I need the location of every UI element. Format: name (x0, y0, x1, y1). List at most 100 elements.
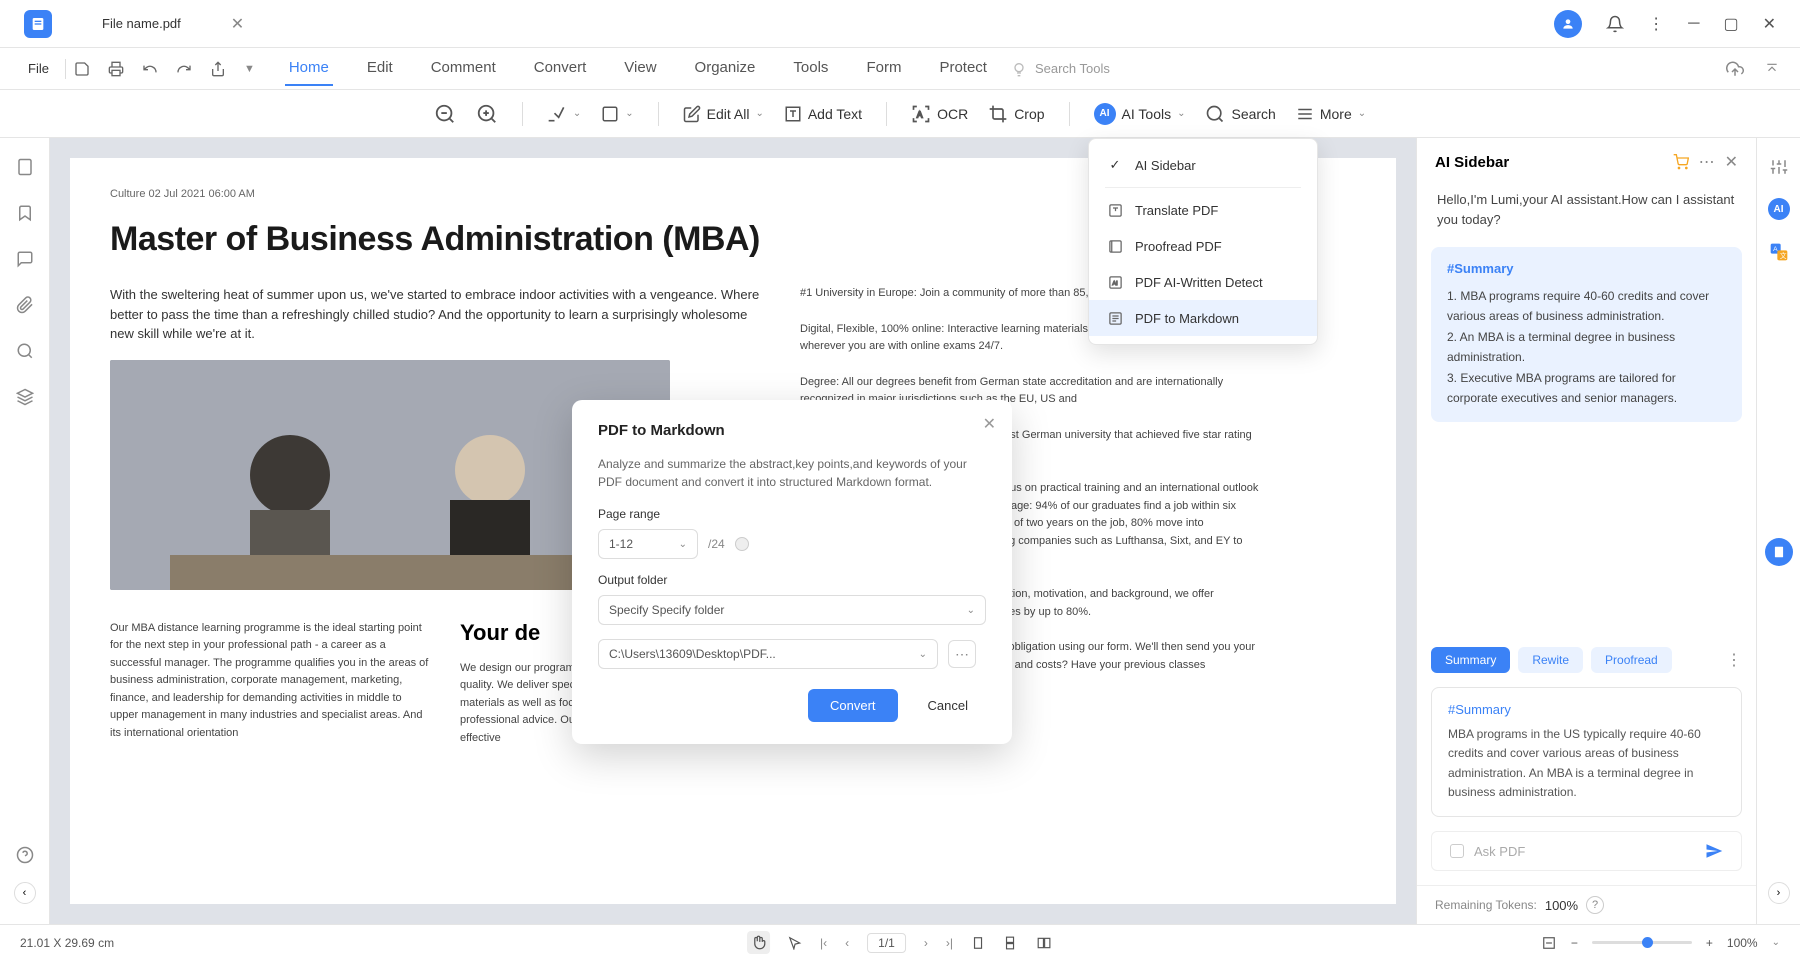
ocr-button[interactable]: AOCR (911, 104, 968, 124)
ai-input-row[interactable]: Ask PDF (1431, 831, 1742, 871)
page-number[interactable]: 1/1 (867, 933, 906, 953)
find-icon[interactable] (16, 342, 34, 360)
translate-icon[interactable]: A文 (1769, 242, 1789, 262)
ai-dd-markdown[interactable]: PDF to Markdown (1089, 300, 1317, 336)
ai-close-icon[interactable]: ✕ (1725, 152, 1738, 172)
zoom-thumb[interactable] (1642, 937, 1653, 948)
chip-more-icon[interactable]: ⋮ (1726, 650, 1742, 670)
browse-button[interactable]: ⋯ (948, 640, 976, 668)
zoom-chevron-icon[interactable]: ⌄ (1772, 937, 1780, 948)
user-avatar[interactable] (1554, 10, 1582, 38)
highlight-button[interactable]: ⌄ (547, 104, 581, 124)
search-tools[interactable]: Search Tools (1011, 61, 1110, 77)
ai-dd-proofread[interactable]: Proofread PDF (1089, 228, 1317, 264)
ai-dd-sidebar[interactable]: ✓ AI Sidebar (1089, 147, 1317, 183)
crop-button[interactable]: Crop (988, 104, 1044, 124)
ai-tools-button[interactable]: AIAI Tools⌄ (1094, 103, 1186, 125)
zoom-in-button[interactable] (476, 103, 498, 125)
doc-rail-icon[interactable] (1765, 538, 1793, 566)
shape-button[interactable]: ⌄ (601, 105, 633, 123)
collapse-left-icon[interactable]: ‹ (14, 882, 36, 904)
tab-edit[interactable]: Edit (363, 51, 397, 86)
page-range-label: Page range (598, 507, 986, 521)
layers-icon[interactable] (16, 388, 34, 406)
tab-convert[interactable]: Convert (530, 51, 591, 86)
first-page-icon[interactable]: |‹ (820, 936, 827, 950)
add-text-button[interactable]: Add Text (784, 105, 862, 123)
doc-intro: With the sweltering heat of summer upon … (110, 285, 770, 344)
cancel-button[interactable]: Cancel (910, 689, 986, 722)
attachment-icon[interactable] (16, 296, 34, 314)
tab-close-icon[interactable]: ✕ (231, 14, 244, 34)
zoom-out-icon[interactable]: − (1571, 936, 1578, 950)
two-page-icon[interactable] (1035, 936, 1053, 950)
more-button[interactable]: More⌄ (1296, 105, 1366, 123)
chip-proofread[interactable]: Proofread (1591, 647, 1672, 673)
select-tool-icon[interactable] (788, 936, 802, 950)
last-page-icon[interactable]: ›| (946, 936, 953, 950)
kebab-icon[interactable]: ⋮ (1648, 14, 1664, 34)
ai-rail-icon[interactable]: AI (1768, 198, 1790, 220)
document-tab[interactable]: File name.pdf ✕ (82, 6, 264, 42)
settings-icon[interactable] (1770, 158, 1788, 176)
convert-button[interactable]: Convert (808, 689, 898, 722)
minimize-icon[interactable]: ─ (1688, 15, 1699, 33)
thumbnails-icon[interactable] (16, 158, 34, 176)
zoom-in-icon[interactable]: + (1706, 936, 1713, 950)
print-icon[interactable] (108, 61, 124, 77)
tokens-help-icon[interactable]: ? (1586, 896, 1604, 914)
hand-tool-icon[interactable] (747, 931, 770, 954)
tab-view[interactable]: View (620, 51, 660, 86)
search-button[interactable]: Search (1205, 104, 1275, 124)
translate-dd-icon (1107, 202, 1123, 218)
send-icon[interactable] (1705, 842, 1723, 860)
tab-comment[interactable]: Comment (427, 51, 500, 86)
undo-icon[interactable] (142, 61, 158, 77)
help-icon[interactable] (16, 846, 34, 864)
ai-more-icon[interactable]: ⋯ (1699, 152, 1715, 172)
markdown-dd-icon (1107, 310, 1123, 326)
maximize-icon[interactable]: ▢ (1723, 14, 1738, 34)
zoom-slider[interactable] (1592, 941, 1692, 944)
comment-icon[interactable] (16, 250, 34, 268)
dropdown-caret-icon[interactable]: ▼ (244, 63, 255, 75)
chip-rewrite[interactable]: Rewite (1518, 647, 1583, 673)
next-page-icon[interactable]: › (924, 936, 928, 950)
page-total: /24 (708, 537, 725, 551)
zoom-out-button[interactable] (434, 103, 456, 125)
tab-home[interactable]: Home (285, 51, 333, 86)
file-menu[interactable]: File (20, 61, 57, 76)
ai-dd-detect[interactable]: AI PDF AI-Written Detect (1089, 264, 1317, 300)
cart-icon[interactable] (1673, 154, 1689, 170)
tab-tools[interactable]: Tools (789, 51, 832, 86)
modal-close-icon[interactable]: ✕ (983, 414, 996, 434)
single-page-icon[interactable] (971, 935, 985, 951)
radio-option[interactable] (735, 537, 749, 551)
cloud-upload-icon[interactable] (1726, 60, 1744, 78)
bookmark-icon[interactable] (16, 204, 34, 222)
output-path-select[interactable]: C:\Users\13609\Desktop\PDF... ⌄ (598, 639, 938, 669)
redo-icon[interactable] (176, 61, 192, 77)
close-icon[interactable]: ✕ (1763, 14, 1776, 34)
share-icon[interactable] (210, 61, 226, 77)
tab-organize[interactable]: Organize (691, 51, 760, 86)
page-range-select[interactable]: 1-12 ⌄ (598, 529, 698, 559)
tab-form[interactable]: Form (862, 51, 905, 86)
left-sidebar: ‹ (0, 138, 50, 924)
zoom-value: 100% (1727, 936, 1758, 950)
ai-checkbox[interactable] (1450, 844, 1464, 858)
ai-footer: Remaining Tokens: 100% ? (1417, 885, 1756, 924)
chevron-down-icon: ⌄ (919, 649, 927, 660)
continuous-page-icon[interactable] (1003, 935, 1017, 951)
tab-protect[interactable]: Protect (935, 51, 991, 86)
fit-width-icon[interactable] (1541, 936, 1557, 950)
edit-all-button[interactable]: Edit All⌄ (683, 105, 764, 123)
bell-icon[interactable] (1606, 15, 1624, 33)
prev-page-icon[interactable]: ‹ (845, 936, 849, 950)
chip-summary[interactable]: Summary (1431, 647, 1510, 673)
output-folder-select[interactable]: Specify Specify folder ⌄ (598, 595, 986, 625)
collapse-right-icon[interactable]: › (1768, 882, 1790, 904)
save-icon[interactable] (74, 61, 90, 77)
collapse-up-icon[interactable] (1764, 62, 1780, 76)
ai-dd-translate[interactable]: Translate PDF (1089, 192, 1317, 228)
